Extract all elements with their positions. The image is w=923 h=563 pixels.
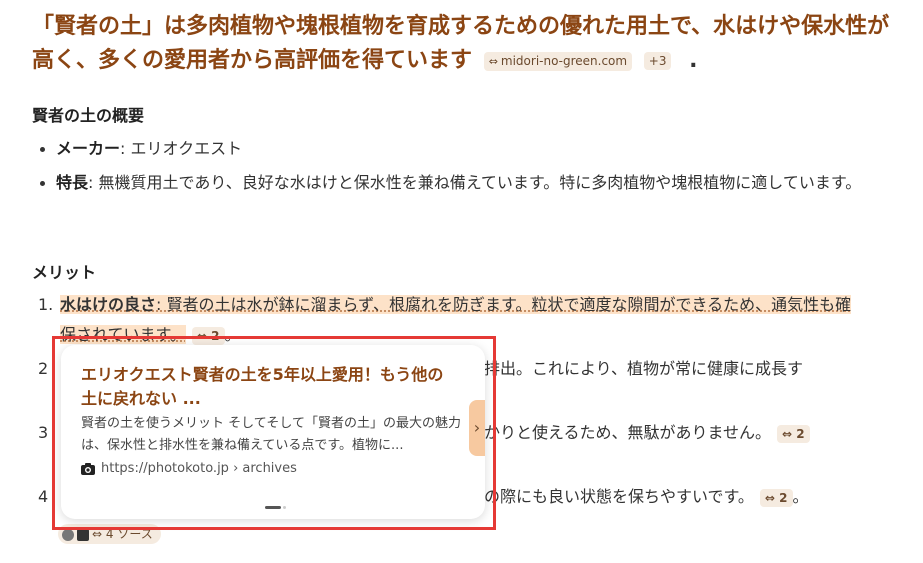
camera-icon [77, 528, 89, 541]
list-item: 特長: 無機質用土であり、良好な水はけと保水性を兼ね備えています。特に多肉植物や… [32, 168, 862, 198]
overview-heading: 賢者の土の概要 [32, 106, 145, 125]
citation-chip[interactable]: ⇔ 2 [759, 489, 793, 507]
merits-heading: メリット [32, 263, 97, 282]
highlight-frame [52, 336, 496, 530]
more-sources-chip[interactable]: +3 [643, 52, 672, 70]
citation-chip[interactable]: ⇔ 2 [777, 425, 810, 443]
overview-list: メーカー: エリオクエスト 特長: 無機質用土であり、良好な水はけと保水性を兼ね… [32, 134, 862, 202]
list-item: メーカー: エリオクエスト [32, 134, 862, 164]
headline-period: . [689, 48, 698, 73]
answer-headline: 「賢者の土」は多肉植物や塊根植物を育成するための優れた用土で、水はけや保水性が高… [32, 10, 892, 78]
globe-icon [62, 528, 74, 541]
link-icon: ⇔ [488, 54, 498, 68]
headline-text: 「賢者の土」は多肉植物や塊根植物を育成するための優れた用土で、水はけや保水性が高… [32, 14, 890, 73]
source-chip[interactable]: ⇔ midori-no-green.com [483, 51, 633, 71]
